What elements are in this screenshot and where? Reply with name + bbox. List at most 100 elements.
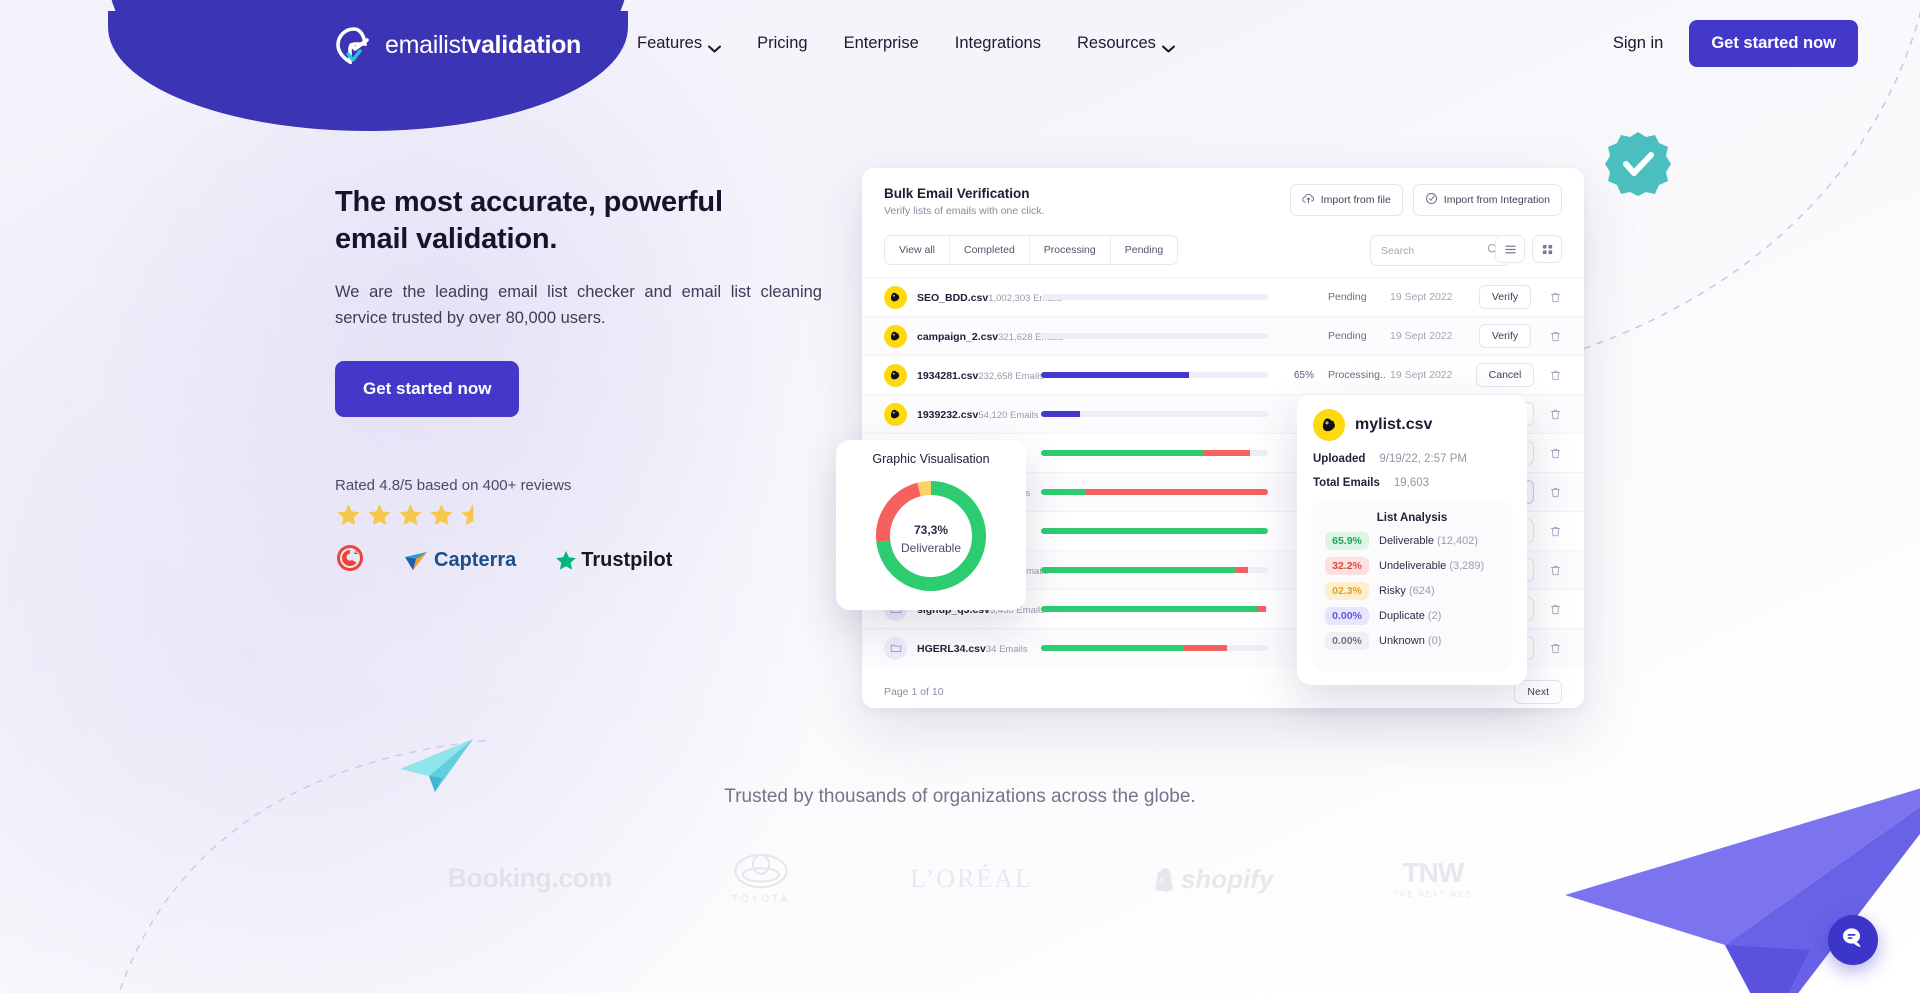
file-name: SEO_BDD.csv <box>917 292 989 304</box>
list-item: 02.3% Risky (624) <box>1325 582 1499 600</box>
table-row[interactable]: SEO_BDD.csv1,002,303 Emails Pending 19 Sep… <box>862 277 1584 316</box>
chat-widget-button[interactable] <box>1828 915 1878 965</box>
deliverability-donut-chart: 73,3% Deliverable <box>869 474 993 598</box>
g2-logo[interactable]: 2 <box>335 543 365 578</box>
progress-bar <box>1041 528 1268 534</box>
table-row[interactable]: campaign_2.csv321,628 Emails Pending 19 Se… <box>862 316 1584 355</box>
analysis-count: (624) <box>1408 585 1435 597</box>
total-emails-meta: Total Emails 19,603 <box>1313 477 1511 489</box>
dashboard-header: Bulk Email Verification Verify lists of … <box>862 168 1584 217</box>
list-view-icon[interactable] <box>1495 235 1525 263</box>
trash-icon[interactable] <box>1536 603 1562 616</box>
toyota-logo-text: TOYOTA <box>731 894 791 905</box>
trash-icon[interactable] <box>1536 447 1562 460</box>
next-page-button[interactable]: Next <box>1514 680 1562 704</box>
trustpilot-logo-text: Trustpilot <box>581 549 673 572</box>
get-started-button-hero[interactable]: Get started now <box>335 361 520 418</box>
tab-view-all[interactable]: View all <box>885 236 950 264</box>
progress-bar <box>1041 645 1268 651</box>
trash-icon[interactable] <box>1536 486 1562 499</box>
dashboard-filters: View all Completed Processing Pending Se… <box>884 235 1562 266</box>
analysis-percent-badge: 02.3% <box>1325 582 1369 600</box>
file-name: 1934281.csv <box>917 370 979 382</box>
verify-button[interactable]: Verify <box>1478 324 1532 348</box>
file-email-count: 54,120 Emails <box>978 410 1039 421</box>
trash-icon[interactable] <box>1536 408 1562 421</box>
search-input[interactable]: Search <box>1370 235 1510 266</box>
brand-logo[interactable]: emailistvalidation <box>335 26 581 66</box>
verified-check-badge-icon <box>1604 130 1672 198</box>
list-item: 0.00% Duplicate (2) <box>1325 607 1499 625</box>
trustpilot-logo[interactable]: Trustpilot <box>554 549 672 573</box>
nav-item-features[interactable]: Features <box>637 34 739 53</box>
analysis-label: Risky (624) <box>1379 585 1435 597</box>
mailchimp-icon <box>884 363 907 387</box>
shopify-wordmark: shopify <box>1180 863 1274 894</box>
file-name-cell: 1939232.csv54,120 Emails <box>917 405 1039 423</box>
tab-pending[interactable]: Pending <box>1110 236 1178 264</box>
file-name-cell: campaign_2.csv321,628 Emails <box>917 327 1064 345</box>
trash-icon[interactable] <box>1536 291 1562 304</box>
capterra-logo[interactable]: Capterra <box>403 548 516 574</box>
sign-in-link[interactable]: Sign in <box>1613 34 1663 53</box>
analysis-count: (0) <box>1427 635 1442 647</box>
verify-button[interactable]: Verify <box>1478 285 1532 309</box>
view-toggle-group <box>1495 235 1562 263</box>
nav-item-label: Integrations <box>954 33 1041 52</box>
review-platform-logos: 2 Capterra Trustpilot <box>335 543 755 578</box>
row-action-cell: Verify <box>1474 324 1536 348</box>
analysis-count: (2) <box>1427 610 1442 622</box>
list-item: 65.9% Deliverable (12,402) <box>1325 532 1499 550</box>
svg-text:s: s <box>1158 875 1163 886</box>
donut-percent: 73,3% <box>913 523 949 537</box>
list-analysis-title: List Analysis <box>1376 512 1448 524</box>
file-name-cell: SEO_BDD.csv1,002,303 Emails <box>917 288 1062 306</box>
trash-icon[interactable] <box>1536 330 1562 343</box>
table-row[interactable]: 1934281.csv232,658 Emails 65% Processing..… <box>862 355 1584 394</box>
cancel-button[interactable]: Cancel <box>1475 363 1535 387</box>
nav-item-enterprise[interactable]: Enterprise <box>826 34 937 53</box>
nav-item-pricing[interactable]: Pricing <box>739 34 825 53</box>
file-name: 1939232.csv <box>917 409 979 421</box>
email-swoosh-icon <box>335 26 373 66</box>
mailchimp-icon <box>884 324 907 348</box>
file-name: HGERL34.csv <box>917 643 986 655</box>
star-icon <box>366 502 393 529</box>
donut-center-label: 73,3% Deliverable <box>869 474 993 598</box>
capterra-logo-text: Capterra <box>434 549 517 572</box>
hero-subtitle: We are the leading email list checker an… <box>335 283 822 327</box>
donut-label: Deliverable <box>900 541 962 555</box>
import-from-integration-button[interactable]: Import from Integration <box>1412 184 1562 216</box>
nav-item-integrations[interactable]: Integrations <box>937 34 1059 53</box>
filter-tab-group: View all Completed Processing Pending <box>884 235 1179 265</box>
import-from-file-button[interactable]: Import from file <box>1289 184 1403 216</box>
status-badge: Pending <box>1328 330 1367 342</box>
nav-item-resources[interactable]: Resources <box>1059 34 1193 53</box>
analysis-count: (12,402) <box>1437 535 1479 547</box>
nav-item-label: Pricing <box>757 33 808 52</box>
uploaded-meta: Uploaded 9/19/22, 2:57 PM <box>1313 453 1511 465</box>
uploaded-label: Uploaded <box>1313 453 1366 465</box>
check-circle-icon <box>1425 192 1438 208</box>
tnw-logo-subtext: THE NEXT WEB <box>1393 889 1473 899</box>
analysis-label: Undeliverable (3,289) <box>1379 560 1485 572</box>
progress-percent: 65% <box>1293 369 1314 381</box>
analysis-rows: 65.9% Deliverable (12,402) 32.2% Undelivera… <box>1325 532 1499 650</box>
tab-completed[interactable]: Completed <box>950 236 1030 264</box>
trash-icon[interactable] <box>1536 369 1562 382</box>
progress-bar <box>1041 411 1268 417</box>
trash-icon[interactable] <box>1536 642 1562 655</box>
trash-icon[interactable] <box>1536 525 1562 538</box>
import-button-label: Import from file <box>1320 194 1391 206</box>
file-name: campaign_2.csv <box>917 331 999 343</box>
grid-view-icon[interactable] <box>1532 235 1562 263</box>
total-emails-label: Total Emails <box>1313 477 1380 489</box>
file-name-cell: HGERL34.csv34 Emails <box>917 639 1029 657</box>
mailchimp-icon <box>1313 409 1345 441</box>
nav-item-label: Enterprise <box>843 33 919 52</box>
get-started-button-header[interactable]: Get started now <box>1689 19 1858 67</box>
trash-icon[interactable] <box>1536 564 1562 577</box>
page-title: The most accurate, powerful email valida… <box>335 186 723 256</box>
tab-processing[interactable]: Processing <box>1029 236 1111 264</box>
brand-name: emailistvalidation <box>385 31 581 60</box>
